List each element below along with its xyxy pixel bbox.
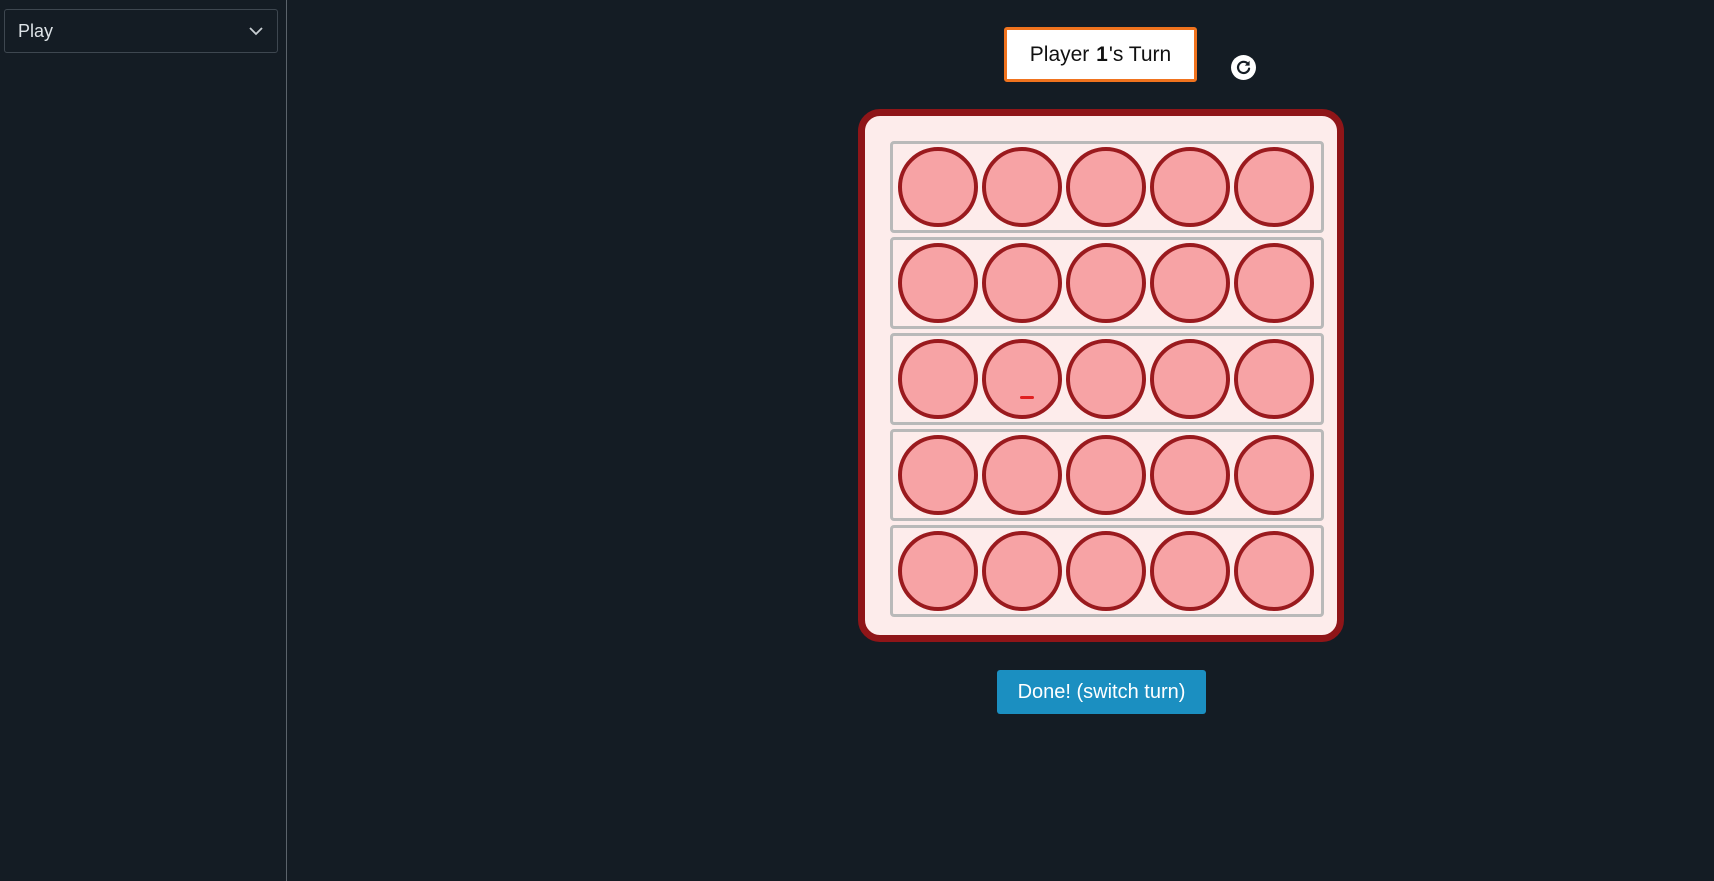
bubble[interactable] xyxy=(982,243,1062,323)
bubble[interactable] xyxy=(1234,531,1314,611)
bubble-row[interactable] xyxy=(890,141,1324,233)
bubble[interactable] xyxy=(1234,243,1314,323)
bubble[interactable] xyxy=(898,147,978,227)
bubble-row[interactable] xyxy=(890,237,1324,329)
turn-status: Player 1's Turn xyxy=(1004,27,1197,82)
turn-status-prefix: Player xyxy=(1029,42,1096,66)
bubble[interactable] xyxy=(1150,339,1230,419)
mode-select[interactable]: Play xyxy=(4,9,278,53)
bubble[interactable] xyxy=(1066,339,1146,419)
bubble[interactable] xyxy=(898,531,978,611)
bubble[interactable] xyxy=(1234,435,1314,515)
bubble-row[interactable] xyxy=(890,429,1324,521)
pop-it-board xyxy=(858,109,1344,642)
bubble[interactable] xyxy=(1150,531,1230,611)
cursor-marker xyxy=(1020,396,1034,399)
bubble-row[interactable] xyxy=(890,333,1324,425)
bubble[interactable] xyxy=(982,339,1062,419)
turn-player-number: 1 xyxy=(1096,42,1108,66)
bubble[interactable] xyxy=(982,435,1062,515)
bubble[interactable] xyxy=(1066,147,1146,227)
bubble[interactable] xyxy=(1066,435,1146,515)
bubble[interactable] xyxy=(898,339,978,419)
bubble[interactable] xyxy=(898,243,978,323)
bubble[interactable] xyxy=(982,531,1062,611)
bubble[interactable] xyxy=(1150,435,1230,515)
bubble[interactable] xyxy=(1066,531,1146,611)
done-switch-turn-button[interactable]: Done! (switch turn) xyxy=(997,670,1206,714)
bubble[interactable] xyxy=(1150,147,1230,227)
reset-icon[interactable] xyxy=(1231,55,1256,80)
bubble[interactable] xyxy=(1234,339,1314,419)
bubble[interactable] xyxy=(1234,147,1314,227)
bubble[interactable] xyxy=(982,147,1062,227)
bubble-row[interactable] xyxy=(890,525,1324,617)
bubble[interactable] xyxy=(1150,243,1230,323)
bubble[interactable] xyxy=(1066,243,1146,323)
chevron-down-icon xyxy=(249,26,263,36)
mode-select-value: Play xyxy=(18,20,54,41)
sidebar: Play xyxy=(0,0,287,881)
turn-status-suffix: 's Turn xyxy=(1108,42,1172,66)
bubble[interactable] xyxy=(898,435,978,515)
